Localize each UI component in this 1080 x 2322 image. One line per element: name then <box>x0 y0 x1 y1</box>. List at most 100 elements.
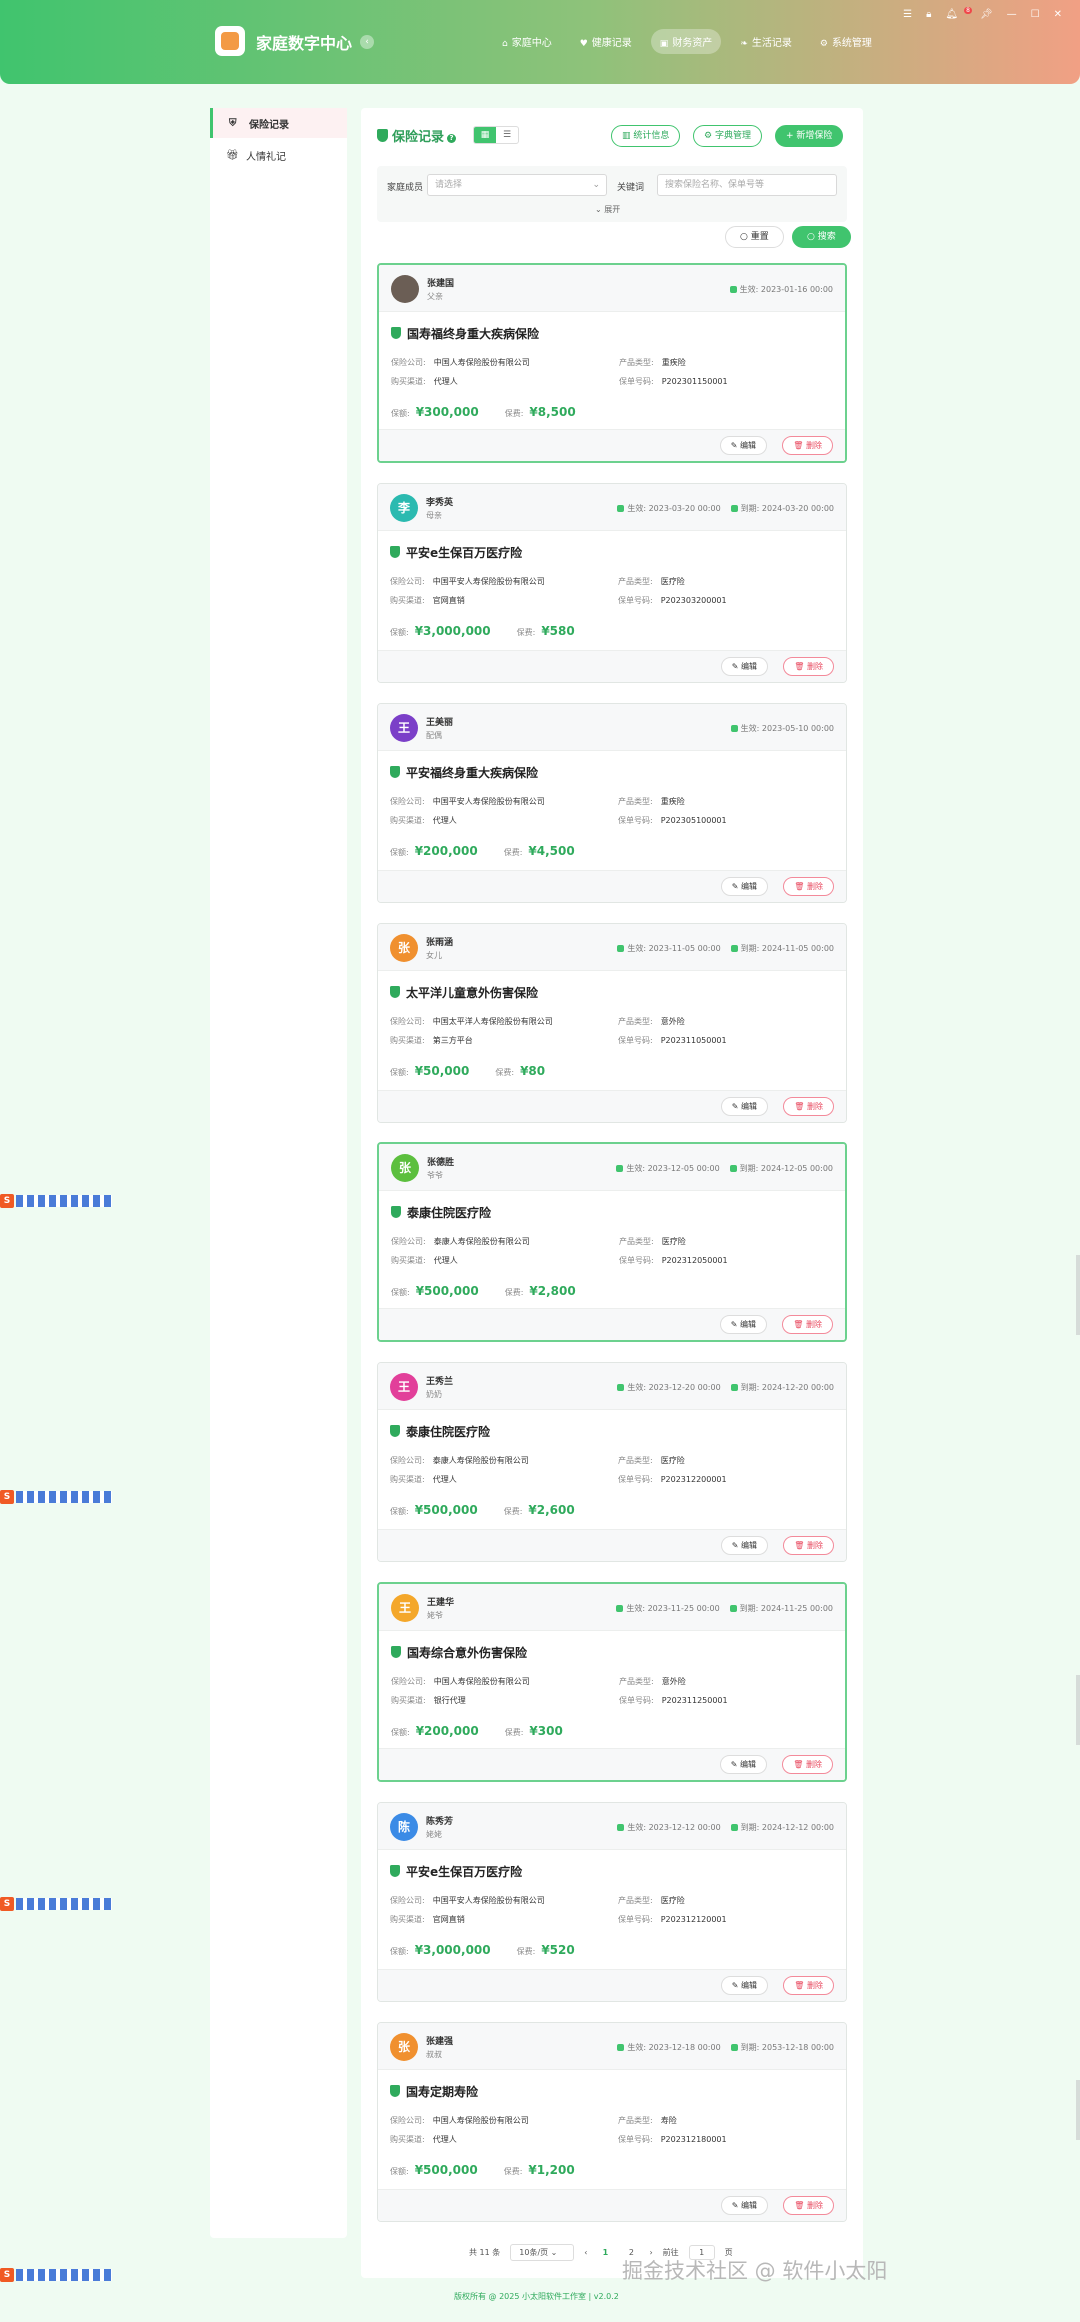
policy-title-text: 国寿福终身重大疾病保险 <box>407 327 540 341</box>
policy-number-info: 保单号码: P202311050001 <box>618 1035 727 1046</box>
start-date: 生效: 2023-12-20 00:00 <box>617 1382 721 1393</box>
info-value: 意外险 <box>661 1677 686 1686</box>
nav-home[interactable]: ⌂ 家庭中心 <box>493 29 561 54</box>
nav-finance[interactable]: ▣ 财务资产 <box>650 29 722 54</box>
nav-life[interactable]: ❧ 生活记录 <box>731 29 801 54</box>
info-value: 代理人 <box>432 1475 457 1484</box>
ime-toolbar[interactable]: S <box>0 1193 112 1209</box>
premium-amount: ¥300 <box>529 1724 563 1738</box>
coverage-label: 保额: <box>391 1728 410 1737</box>
amounts: 保额: ¥200,000 保费: ¥4,500 <box>390 844 601 858</box>
bell-icon[interactable]: 🔔︎ 8 <box>945 7 972 20</box>
ime-toolbar[interactable]: S <box>0 1896 112 1912</box>
edit-button[interactable]: ✎ 编辑 <box>720 657 768 676</box>
info-value: 中国平安人寿保险股份有限公司 <box>432 577 545 586</box>
delete-button[interactable]: 🗑︎ 删除 <box>783 877 834 896</box>
member-select[interactable]: 请选择 ⌄ <box>427 174 607 196</box>
info-key: 购买渠道: <box>390 2135 425 2144</box>
info-key: 保险公司: <box>390 1896 425 1905</box>
watermark: 掘金技术社区 @ 软件小太阳 <box>622 2259 888 2283</box>
info-value: 中国人寿保险股份有限公司 <box>433 358 530 367</box>
insurance-card[interactable]: 陈陈秀芳 姥姥 生效: 2023-12-12 00:00 到期: 2024-12-12… <box>377 1802 847 2002</box>
edit-button[interactable]: ✎ 编辑 <box>720 2196 768 2215</box>
card-footer: ✎ 编辑 🗑︎ 删除 <box>378 1969 846 2001</box>
delete-button[interactable]: 🗑︎ 删除 <box>782 1755 833 1774</box>
nav-label: 系统管理 <box>831 38 872 49</box>
menu-icon[interactable]: ☰ <box>903 9 912 20</box>
edit-button[interactable]: ✎ 编辑 <box>719 1755 767 1774</box>
nav-system[interactable]: ⚙ 系统管理 <box>811 29 881 54</box>
delete-button[interactable]: 🗑︎ 删除 <box>783 1536 834 1555</box>
insurance-card[interactable]: 王王建华 姥爷 生效: 2023-11-25 00:00 到期: 2024-11-25… <box>377 1582 847 1782</box>
insurance-card[interactable]: 张建国 父亲 生效: 2023-01-16 00:00 国寿福终身重大疾病保险 保险公司… <box>377 263 847 463</box>
policy-dates: 生效: 2023-12-18 00:00 到期: 2053-12-18 00:00 <box>617 2042 834 2053</box>
member-name: 张德胜 <box>427 1158 455 1168</box>
maximize-icon[interactable]: ☐ <box>1031 9 1040 20</box>
scrollbar-thumb[interactable] <box>1076 1255 1080 1335</box>
edit-button[interactable]: ✎ 编辑 <box>719 436 767 455</box>
search-button[interactable]: ○ 搜索 <box>792 226 851 248</box>
delete-button[interactable]: 🗑︎ 删除 <box>783 657 834 676</box>
ime-logo: S <box>0 1897 14 1911</box>
edit-button[interactable]: ✎ 编辑 <box>720 877 768 896</box>
keyword-input[interactable]: 搜索保险名称、保单号等 <box>657 174 837 196</box>
dictionary-button[interactable]: ⚙ 字典管理 <box>693 125 762 147</box>
edit-button[interactable]: ✎ 编辑 <box>719 1315 767 1334</box>
insurance-card[interactable]: 李李秀英 母亲 生效: 2023-03-20 00:00 到期: 2024-03-20… <box>377 483 847 683</box>
insurance-card[interactable]: 王王美丽 配偶 生效: 2023-05-10 00:00 平安福终身重大疾病保险 保险公… <box>377 703 847 903</box>
prev-page-button[interactable]: ‹ <box>584 2248 587 2257</box>
scrollbar-thumb[interactable] <box>1076 2080 1080 2140</box>
sidebar-item-gifts[interactable]: 🎁︎ 人情礼记 <box>210 140 347 170</box>
help-icon[interactable]: ? <box>447 134 457 143</box>
delete-button[interactable]: 🗑︎ 删除 <box>783 1976 834 1995</box>
edit-button[interactable]: ✎ 编辑 <box>720 1097 768 1116</box>
delete-button[interactable]: 🗑︎ 删除 <box>783 1097 834 1116</box>
member-relation: 叔叔 <box>426 2050 442 2059</box>
amounts: 保额: ¥500,000 保费: ¥2,800 <box>391 1284 602 1298</box>
list-view-icon[interactable]: ☰ <box>496 127 518 143</box>
policy-title-text: 国寿定期寿险 <box>406 2085 479 2099</box>
info-key: 保险公司: <box>391 358 426 367</box>
insurance-card[interactable]: 张张建强 叔叔 生效: 2023-12-18 00:00 到期: 2053-12-18… <box>377 2022 847 2222</box>
expand-toggle[interactable]: ⌄ 展开 <box>595 204 620 215</box>
page-size-select[interactable]: 10条/页 ⌄ <box>510 2244 575 2261</box>
sidebar-item-insurance[interactable]: ⛨ 保险记录 <box>210 108 347 138</box>
lock-icon[interactable]: 🔒︎ <box>926 9 931 20</box>
grid-view-icon[interactable]: ▦ <box>474 127 496 143</box>
settings-icon: ⚙ <box>704 131 715 141</box>
info-key: 保险公司: <box>390 1456 425 1465</box>
start-date-text: 生效: 2023-05-10 00:00 <box>740 724 834 733</box>
company-info: 保险公司: 泰康人寿保险股份有限公司 <box>390 1455 529 1466</box>
insurance-card[interactable]: 张张德胜 爷爷 生效: 2023-12-05 00:00 到期: 2024-12-05… <box>377 1142 847 1342</box>
close-icon[interactable]: ✕ <box>1054 9 1062 20</box>
delete-button[interactable]: 🗑︎ 删除 <box>783 2196 834 2215</box>
add-insurance-button[interactable]: + 新增保险 <box>775 125 844 147</box>
pin-icon[interactable]: 📌︎ <box>980 9 993 20</box>
info-key: 购买渠道: <box>391 1696 426 1705</box>
calendar-icon <box>730 2044 738 2051</box>
ime-toolbar[interactable]: S <box>0 2267 112 2283</box>
collapse-menu-icon[interactable]: ‹ <box>360 35 374 49</box>
edit-button[interactable]: ✎ 编辑 <box>720 1976 768 1995</box>
premium-label: 保费: <box>503 2167 523 2176</box>
delete-button[interactable]: 🗑︎ 删除 <box>782 1315 833 1334</box>
edit-button[interactable]: ✎ 编辑 <box>720 1536 768 1555</box>
insurance-card[interactable]: 张张雨涵 女儿 生效: 2023-11-05 00:00 到期: 2024-11-05… <box>377 923 847 1123</box>
scrollbar-thumb[interactable] <box>1076 1675 1080 1745</box>
member-name: 陈秀芳 <box>426 1817 454 1827</box>
stats-button[interactable]: ▥ 统计信息 <box>611 125 681 147</box>
member-name: 张建强 <box>426 2037 454 2047</box>
reset-button[interactable]: ○ 重置 <box>725 226 784 248</box>
policy-title-text: 平安e生保百万医疗险 <box>406 1865 523 1879</box>
end-date: 到期: 2024-12-20 00:00 <box>730 1382 834 1393</box>
company-info: 保险公司: 中国平安人寿保险股份有限公司 <box>390 796 545 807</box>
page-1[interactable]: 1 <box>597 2248 613 2257</box>
nav-health[interactable]: ♥ 健康记录 <box>571 29 641 54</box>
info-key: 保单号码: <box>618 596 653 605</box>
ime-toolbar[interactable]: S <box>0 1489 112 1505</box>
coverage-label: 保额: <box>390 2167 409 2176</box>
minimize-icon[interactable]: — <box>1007 9 1017 20</box>
insurance-card[interactable]: 王王秀兰 奶奶 生效: 2023-12-20 00:00 到期: 2024-12-20… <box>377 1362 847 1562</box>
premium-amount: ¥4,500 <box>528 844 575 858</box>
delete-button[interactable]: 🗑︎ 删除 <box>782 436 833 455</box>
